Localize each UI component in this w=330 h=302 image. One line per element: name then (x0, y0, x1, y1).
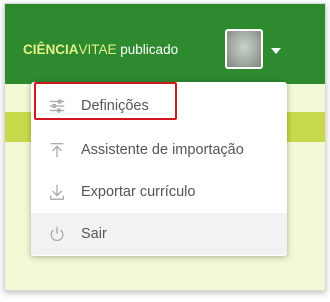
top-bar: CIÊNCIAVITAE publicado (5, 4, 325, 84)
menu-item-label: Sair (81, 226, 107, 242)
sliders-icon (47, 96, 67, 116)
chevron-down-icon[interactable] (271, 48, 281, 54)
menu-item-exportar-curriculo[interactable]: Exportar currículo (31, 171, 287, 213)
menu-item-sair[interactable]: Sair (31, 213, 287, 255)
app-frame: CIÊNCIAVITAE publicado Definições Assist… (4, 3, 326, 291)
download-icon (47, 182, 67, 202)
menu-item-definicoes[interactable]: Definições (31, 85, 287, 127)
avatar[interactable] (225, 29, 263, 69)
user-dropdown-menu: Definições Assistente de importação Expo… (31, 82, 287, 256)
power-icon (47, 224, 67, 244)
menu-item-label: Exportar currículo (81, 184, 196, 200)
brand-title: CIÊNCIAVITAE publicado (23, 42, 179, 57)
menu-item-assistente-importacao[interactable]: Assistente de importação (31, 129, 287, 171)
upload-icon (47, 140, 67, 160)
menu-item-label: Definições (81, 98, 149, 114)
menu-item-label: Assistente de importação (81, 142, 244, 158)
